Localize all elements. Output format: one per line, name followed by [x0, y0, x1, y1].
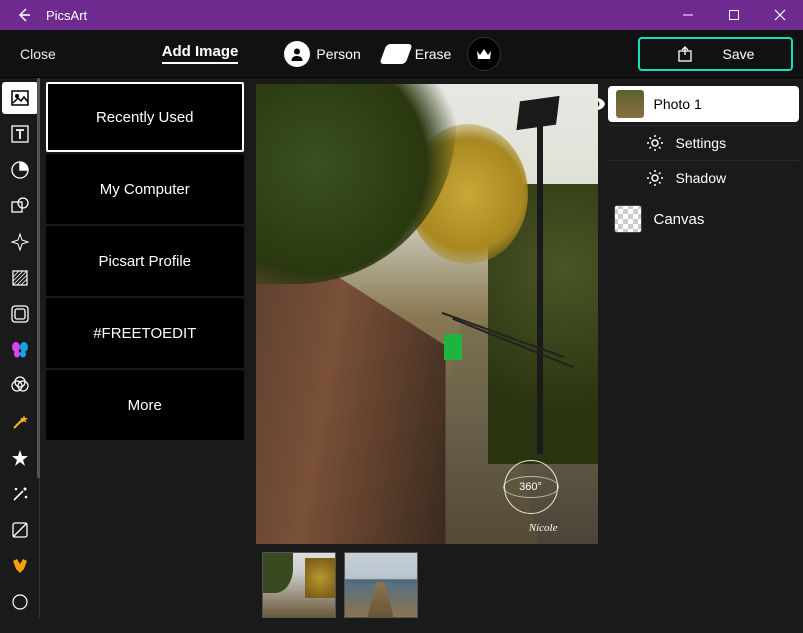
maximize-icon — [729, 10, 739, 20]
layer-thumbnail — [616, 90, 644, 118]
erase-tool[interactable]: Erase — [377, 40, 458, 68]
app-title: PicsArt — [40, 8, 665, 23]
layer-photo-1[interactable]: Photo 1 — [608, 86, 800, 122]
maximize-button[interactable] — [711, 0, 757, 30]
add-image-tab[interactable]: Add Image — [162, 43, 239, 64]
source-picsart-profile[interactable]: Picsart Profile — [46, 226, 244, 296]
canvas-label: Canvas — [654, 211, 705, 228]
shadow-label: Shadow — [676, 170, 727, 186]
image-source-panel: Recently Used My Computer Picsart Profil… — [40, 78, 250, 633]
badge-360-icon: 360° — [504, 460, 558, 514]
eraser-icon — [379, 44, 412, 64]
premium-crown-button[interactable] — [467, 37, 501, 71]
rail-photo-icon[interactable] — [2, 82, 38, 114]
layer-settings[interactable]: Settings — [608, 125, 800, 160]
thumbnail-1[interactable] — [262, 552, 336, 618]
rail-overlap-icon[interactable] — [2, 370, 38, 402]
person-icon — [284, 41, 310, 67]
rail-gradient-icon[interactable] — [2, 262, 38, 294]
rail-sparkle-icon[interactable] — [2, 226, 38, 258]
person-tool[interactable]: Person — [278, 37, 366, 71]
save-label: Save — [723, 46, 755, 62]
layer-shadow[interactable]: Shadow — [608, 160, 800, 195]
rail-fox-icon[interactable] — [2, 550, 38, 582]
crown-icon — [476, 48, 492, 60]
canvas-transparency-swatch — [614, 205, 642, 233]
rail-text-icon[interactable] — [2, 118, 38, 150]
share-icon — [677, 46, 693, 62]
source-recently-used[interactable]: Recently Used — [46, 82, 244, 152]
minimize-icon — [683, 10, 693, 20]
rail-effects-wand-icon[interactable] — [2, 478, 38, 510]
source-freetoedit[interactable]: #FREETOEDIT — [46, 298, 244, 368]
arrow-left-icon — [16, 7, 32, 23]
rail-scrollbar[interactable] — [37, 78, 40, 478]
close-button[interactable]: Close — [10, 42, 66, 66]
rail-star-icon[interactable] — [2, 442, 38, 474]
titlebar: PicsArt — [0, 0, 803, 30]
rail-frame-icon[interactable] — [2, 298, 38, 330]
close-icon — [775, 10, 785, 20]
recent-thumbnails — [262, 552, 418, 618]
main-canvas-image[interactable]: 360° Nicole — [256, 84, 598, 544]
source-more[interactable]: More — [46, 370, 244, 440]
gear-icon — [646, 134, 664, 152]
thumbnail-2[interactable] — [344, 552, 418, 618]
watermark-text: Nicole — [529, 522, 558, 534]
save-button[interactable]: Save — [638, 37, 793, 71]
top-toolbar: Close Add Image Person Erase Save — [0, 30, 803, 78]
close-window-button[interactable] — [757, 0, 803, 30]
back-button[interactable] — [8, 7, 40, 23]
layers-panel: Photo 1 Settings Shadow Canvas — [604, 78, 803, 633]
left-tool-rail — [0, 78, 40, 618]
rail-shape-icon[interactable] — [2, 190, 38, 222]
erase-label: Erase — [415, 46, 452, 62]
layer-label: Photo 1 — [654, 96, 702, 112]
rail-mask-icon[interactable] — [2, 514, 38, 546]
canvas-area: 360° Nicole — [250, 78, 604, 633]
rail-butterfly-icon[interactable] — [2, 334, 38, 366]
settings-label: Settings — [676, 135, 727, 151]
rail-magic-wand-icon[interactable] — [2, 406, 38, 438]
layer-canvas[interactable]: Canvas — [608, 199, 800, 239]
rail-sticker-icon[interactable] — [2, 154, 38, 186]
minimize-button[interactable] — [665, 0, 711, 30]
rail-more-icon[interactable] — [2, 586, 38, 618]
source-my-computer[interactable]: My Computer — [46, 154, 244, 224]
person-label: Person — [316, 46, 360, 62]
gear-icon — [646, 169, 664, 187]
